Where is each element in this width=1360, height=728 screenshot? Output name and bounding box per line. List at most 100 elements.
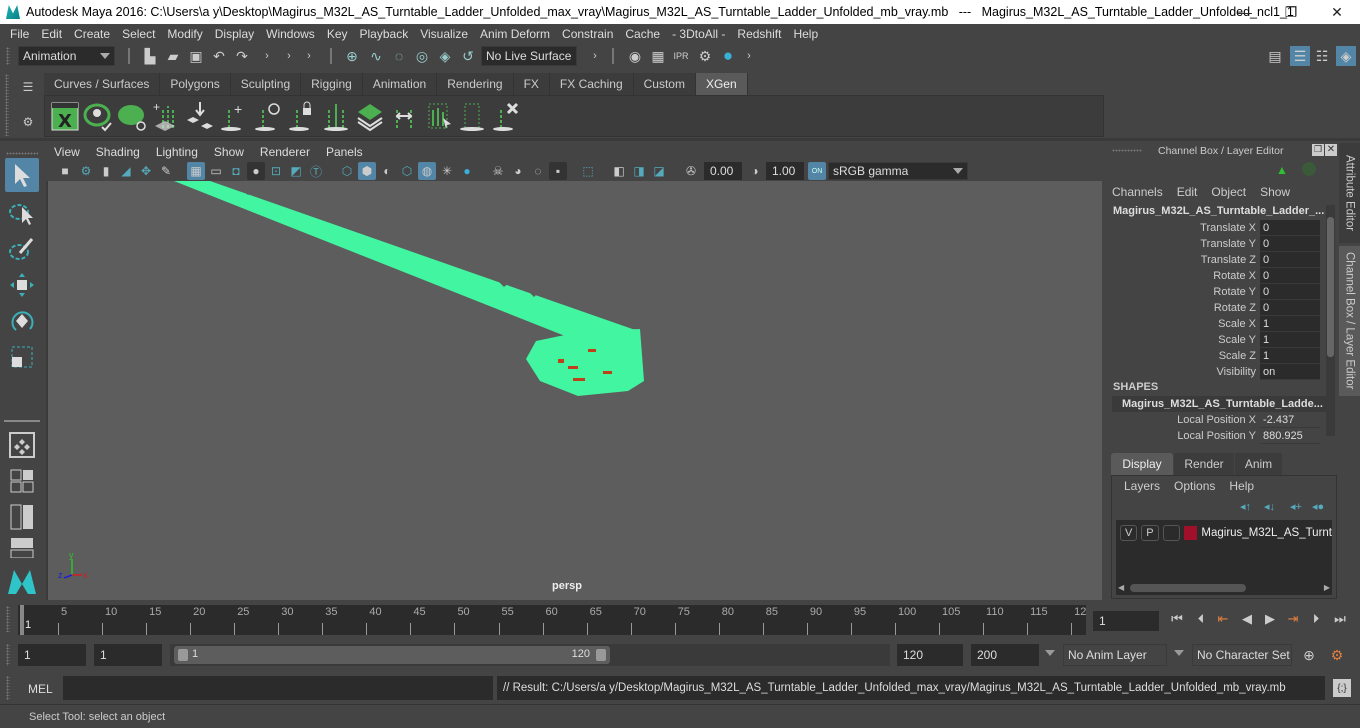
channel-value-field[interactable]: 0 [1260,300,1320,316]
shelf-menu-icon[interactable]: ☰ [19,78,37,96]
step-back-key-button[interactable]: ⇤ [1214,608,1232,630]
playback-end-field[interactable]: 120 [897,644,963,666]
channel-value-field[interactable]: 0 [1260,284,1320,300]
collapse-arrow-icon[interactable]: › [258,47,276,65]
play-forwards-button[interactable]: ▶ [1261,608,1279,630]
safe-action-icon[interactable]: ◩ [287,162,305,180]
channel-value-field[interactable]: 0 [1260,252,1320,268]
shelf-tab-fx-caching[interactable]: FX Caching [549,73,634,95]
speed-icon[interactable] [1302,162,1316,176]
toggle-preview-icon[interactable] [83,100,113,132]
shadows-icon[interactable]: ● [458,162,476,180]
maya-home-icon[interactable] [6,566,38,596]
layer-tab-anim[interactable]: Anim [1235,453,1282,475]
close-button[interactable]: ✕ [1314,0,1360,24]
shape-channel-row[interactable]: Local Position X -2.437 [1106,412,1326,428]
lock-guides-icon[interactable] [287,100,317,132]
field-chart-icon[interactable]: ⊡ [267,162,285,180]
new-layer-selected-icon[interactable]: ◂● [1312,500,1324,513]
restore-button[interactable]: ❐ [1268,0,1314,24]
exposure-icon[interactable]: ✇ [682,162,700,180]
channel-value-field[interactable]: 1 [1260,332,1320,348]
layer-menu-layers[interactable]: Layers [1124,479,1160,493]
paint-select-tool-button[interactable] [5,232,39,266]
end-time-field[interactable]: 200 [971,644,1039,666]
cb-menu-edit[interactable]: Edit [1177,185,1198,199]
gamma-icon[interactable]: ◑ [746,162,764,180]
step-back-frame-button[interactable]: ⏴ [1192,608,1210,630]
animation-preferences-icon[interactable]: ⚙ [1328,646,1346,664]
use-all-lights-icon[interactable]: ✳ [438,162,456,180]
resolution-gate-icon[interactable]: ◘ [227,162,245,180]
add-primitives-icon[interactable]: + [151,100,181,132]
xray-components-icon[interactable]: ◪ [650,162,668,180]
viewport-persp[interactable]: y x z persp [46,181,1102,600]
shape-channel-row[interactable]: Local Position Y 880.925 [1106,428,1326,444]
close-panel-icon[interactable]: ✕ [1325,144,1337,156]
open-scene-icon[interactable]: ▰ [164,47,182,65]
character-set-dropdown[interactable]: No Character Set [1192,644,1292,666]
range-end-handle[interactable] [596,649,606,661]
image-plane-icon[interactable]: ◢ [117,162,135,180]
single-pane-layout-button[interactable] [5,428,39,462]
undo-icon[interactable]: ↶ [210,47,228,65]
current-time-marker[interactable] [20,605,24,635]
hypershade-icon[interactable]: ● [719,46,737,65]
toolbar-grip[interactable] [6,47,10,65]
snap-live-icon[interactable]: ↺ [459,47,477,65]
viewport-menu-panels[interactable]: Panels [318,145,371,159]
snap-point-icon[interactable]: ◌ [390,47,408,65]
shelf-tab-xgen[interactable]: XGen [695,73,748,95]
channel-row[interactable]: Translate Y 0 [1106,236,1326,252]
shape-channel-value[interactable]: 880.925 [1260,428,1320,444]
menu-help[interactable]: Help [787,27,824,41]
live-surface-field[interactable]: No Live Surface [481,46,577,66]
smooth-shade-icon[interactable]: ⬢ [358,162,376,180]
menu-cache[interactable]: Cache [619,27,666,41]
playback-start-field[interactable]: 1 [94,644,162,666]
safe-title-icon[interactable]: Ⓣ [307,162,325,180]
snap-view-plane-icon[interactable]: ◎ [413,47,431,65]
range-slider[interactable]: 1 120 [174,646,610,664]
channel-row[interactable]: Visibility on [1106,364,1326,380]
collapse-arrow-icon[interactable]: › [740,47,758,65]
exposure-field[interactable]: 0.00 [704,162,742,180]
xgen-editor-icon[interactable]: X [50,100,80,132]
minimize-button[interactable]: — [1222,0,1268,24]
ipr-render-icon[interactable]: IPR [672,47,690,65]
place-guides-icon[interactable] [185,100,215,132]
menu-key[interactable]: Key [321,27,354,41]
collapse-arrow-icon[interactable]: › [586,47,604,65]
sculpt-guides-icon[interactable] [389,100,419,132]
menu-select[interactable]: Select [116,27,161,41]
channel-value-field[interactable]: 0 [1260,236,1320,252]
snap-grid-icon[interactable]: ⊕ [343,47,361,65]
xray-icon[interactable]: ◧ [610,162,628,180]
viewport-menu-lighting[interactable]: Lighting [148,145,206,159]
menuset-dropdown[interactable]: Animation [18,46,115,66]
step-forward-key-button[interactable]: ⇥ [1284,608,1302,630]
camera-icon[interactable]: ■ [56,162,74,180]
channel-row[interactable]: Rotate Y 0 [1106,284,1326,300]
patch-icon[interactable] [355,100,385,132]
snap-surface-icon[interactable]: ◈ [436,47,454,65]
selected-object-name[interactable]: Magirus_M32L_AS_Turntable_Ladder_... [1113,205,1324,217]
layer-row[interactable]: V P Magirus_M32L_AS_Turnt [1116,524,1332,542]
motion-blur-icon[interactable]: ◕ [509,162,527,180]
shelf-tab-sculpting[interactable]: Sculpting [230,73,302,95]
channel-row[interactable]: Scale X 1 [1106,316,1326,332]
menu-constrain[interactable]: Constrain [556,27,619,41]
gate-mask-icon[interactable]: ● [247,162,265,180]
four-pane-layout-button[interactable] [5,464,39,498]
default-material-icon[interactable]: ◐ [378,162,396,180]
layer-menu-help[interactable]: Help [1229,479,1254,493]
menu-3dtoall[interactable]: - 3DtoAll - [666,27,731,41]
channel-row[interactable]: Scale Y 1 [1106,332,1326,348]
layer-visibility-toggle[interactable]: V [1120,525,1138,541]
channel-value-field[interactable]: 1 [1260,348,1320,364]
select-tool-button[interactable] [5,158,39,192]
outliner-layout-button[interactable] [5,500,39,534]
guide-split-icon[interactable] [321,100,351,132]
cb-menu-channels[interactable]: Channels [1112,185,1163,199]
hide-preview-icon[interactable] [117,100,147,132]
